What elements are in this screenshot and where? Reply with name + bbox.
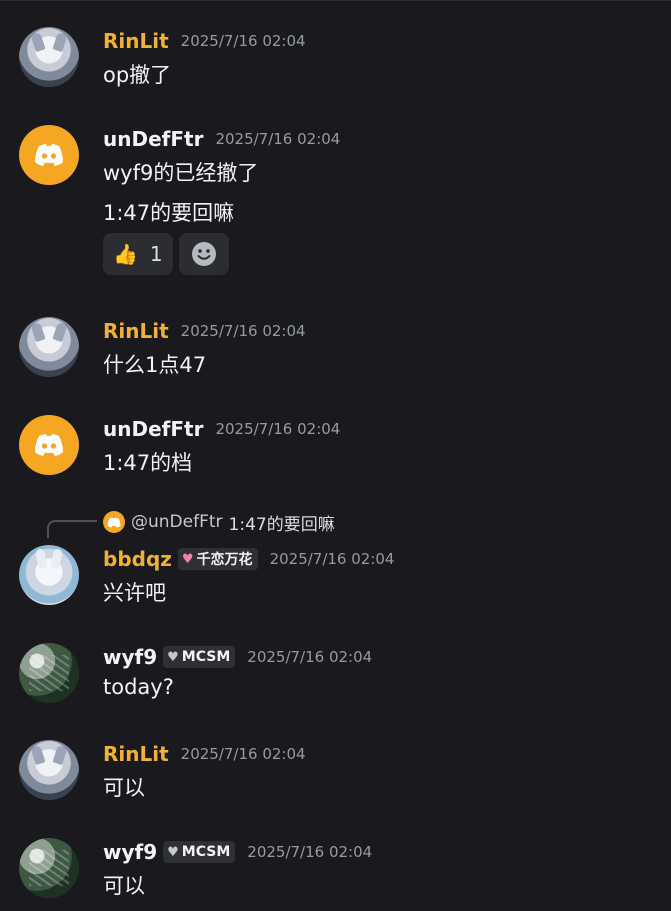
author-name[interactable]: bbdqz bbox=[103, 547, 172, 571]
role-badge[interactable]: ♥ 千恋万花 bbox=[177, 548, 258, 570]
message-text: op撤了 bbox=[103, 63, 172, 87]
avatar[interactable] bbox=[19, 27, 79, 87]
message-text: wyf9的已经撤了 bbox=[103, 161, 259, 185]
message-text: 可以 bbox=[103, 776, 145, 800]
message-text: 兴许吧 bbox=[103, 581, 166, 605]
message-text: 1:47的档 bbox=[103, 451, 193, 475]
discord-logo-icon bbox=[107, 516, 121, 528]
timestamp: 2025/7/16 02:04 bbox=[180, 322, 306, 340]
discord-logo-icon bbox=[35, 144, 63, 166]
role-badge[interactable]: ♥ MCSM bbox=[163, 841, 236, 863]
avatar[interactable] bbox=[19, 545, 79, 605]
top-divider bbox=[0, 0, 671, 1]
badge-label: 千恋万花 bbox=[196, 552, 253, 568]
avatar[interactable] bbox=[19, 740, 79, 800]
smiley-icon bbox=[191, 242, 216, 266]
timestamp: 2025/7/16 02:04 bbox=[247, 843, 373, 861]
author-name[interactable]: wyf9 bbox=[103, 840, 157, 864]
author-name[interactable]: unDefFtr bbox=[103, 127, 203, 151]
avatar[interactable] bbox=[19, 838, 79, 898]
reply-spine bbox=[47, 520, 97, 538]
reply-preview[interactable]: @unDefFtr 1:47的要回嘛 bbox=[103, 510, 335, 535]
avatar[interactable] bbox=[19, 317, 79, 377]
author-name[interactable]: RinLit bbox=[103, 319, 169, 343]
grey-heart-icon: ♥ bbox=[167, 649, 179, 665]
message-text: 可以 bbox=[103, 874, 145, 898]
pink-heart-icon: ♥ bbox=[181, 551, 194, 567]
badge-label: MCSM bbox=[181, 649, 231, 665]
reply-text: 1:47的要回嘛 bbox=[228, 514, 335, 535]
author-name[interactable]: RinLit bbox=[103, 742, 169, 766]
avatar[interactable] bbox=[19, 643, 79, 703]
reply-avatar bbox=[103, 511, 125, 533]
grey-heart-icon: ♥ bbox=[167, 844, 179, 860]
reply-username[interactable]: @unDefFtr bbox=[131, 512, 223, 532]
add-reaction-button[interactable] bbox=[178, 233, 229, 275]
timestamp: 2025/7/16 02:04 bbox=[180, 32, 306, 50]
discord-logo-icon bbox=[35, 434, 63, 456]
timestamp: 2025/7/16 02:04 bbox=[215, 130, 341, 148]
timestamp: 2025/7/16 02:04 bbox=[269, 550, 395, 568]
badge-label: MCSM bbox=[181, 844, 231, 860]
avatar[interactable] bbox=[19, 415, 79, 475]
author-name[interactable]: unDefFtr bbox=[103, 417, 203, 441]
avatar[interactable] bbox=[19, 125, 79, 185]
reactions-bar: 👍 1 bbox=[103, 233, 229, 275]
timestamp: 2025/7/16 02:04 bbox=[215, 420, 341, 438]
reaction-thumbs-up[interactable]: 👍 1 bbox=[103, 233, 173, 275]
reaction-count: 1 bbox=[149, 242, 163, 266]
message-text: today? bbox=[103, 675, 174, 699]
timestamp: 2025/7/16 02:04 bbox=[247, 648, 373, 666]
author-name[interactable]: wyf9 bbox=[103, 645, 157, 669]
timestamp: 2025/7/16 02:04 bbox=[180, 745, 306, 763]
message-text: 1:47的要回嘛 bbox=[103, 201, 235, 225]
author-name[interactable]: RinLit bbox=[103, 29, 169, 53]
thumbs-up-icon: 👍 bbox=[113, 242, 138, 266]
message-text: 什么1点47 bbox=[103, 353, 207, 377]
role-badge[interactable]: ♥ MCSM bbox=[163, 646, 236, 668]
